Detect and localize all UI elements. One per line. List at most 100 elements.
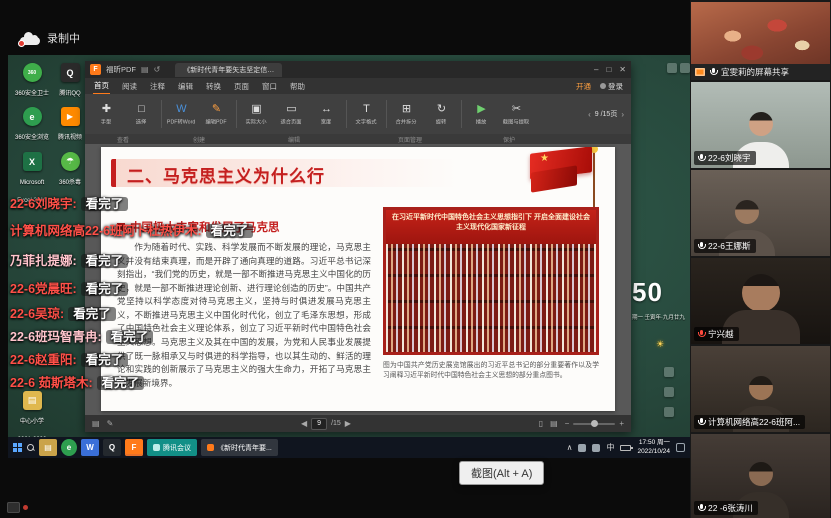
- slide-body-text: 作为随着时代、实践、科学发展而不断发展的理论，马克思主义并没有结束真理，而是开辟…: [117, 241, 371, 403]
- upgrade-button[interactable]: 开通: [576, 81, 591, 92]
- desktop-icon-360-antivirus[interactable]: ☂ 360杀毒: [52, 152, 88, 189]
- rotate-button[interactable]: ↻旋转: [424, 96, 459, 132]
- wps-icon[interactable]: W: [81, 439, 99, 456]
- desktop-mini-icon[interactable]: [664, 407, 674, 417]
- participant-video[interactable]: 22-6王娜斯: [691, 170, 830, 256]
- mic-icon: [697, 418, 705, 427]
- taskbar-search-icon[interactable]: [26, 443, 35, 452]
- share-label: 宜雯莉的屏幕共享: [721, 66, 789, 78]
- 360-antivirus-icon: ☂: [61, 152, 80, 171]
- chat-message: 计算机网络高22-6班阿卜杜热伊木:看完了: [10, 220, 253, 239]
- participant-video[interactable]: 22 -6张涛川: [691, 434, 830, 518]
- sidebar-panel-icon[interactable]: ▤: [92, 419, 100, 428]
- word-icon: W: [176, 103, 186, 116]
- desktop-mini-icon[interactable]: [664, 367, 674, 377]
- participant-name: 计算机网络高22-6班阿...: [708, 416, 800, 428]
- zoom-in-icon[interactable]: +: [619, 419, 624, 428]
- participant-video[interactable]: 宁兴越: [691, 258, 830, 344]
- merge-split-button[interactable]: ⊞合并拆分: [389, 96, 424, 132]
- page-prev-icon[interactable]: ◀: [301, 419, 307, 428]
- system-tray: ∧ 中 17:50 周一 2022/10/24: [567, 439, 685, 455]
- desktop-mini-icon[interactable]: [680, 63, 690, 73]
- close-button[interactable]: ✕: [619, 65, 626, 74]
- tab-comment[interactable]: 注释: [149, 79, 166, 94]
- pdf-document-area[interactable]: 二、马克思主义为什么行 ★ 中国极大丰富和发展了马克思 作为随着时代、实践、科学…: [85, 144, 631, 415]
- zoom-out-icon[interactable]: −: [565, 419, 570, 428]
- continuous-view-icon[interactable]: ▤: [550, 419, 558, 428]
- zoom-slider[interactable]: [573, 423, 615, 425]
- prev-page-icon[interactable]: ‹: [588, 110, 591, 119]
- notification-center-icon[interactable]: [676, 443, 685, 452]
- desktop-icon-qq[interactable]: Q 腾讯QQ: [52, 63, 88, 100]
- taskbar-clock[interactable]: 17:50 周一 2022/10/24: [637, 439, 670, 455]
- snapshot-button[interactable]: ✂截图与提取: [499, 96, 534, 132]
- recording-label: 录制中: [47, 30, 80, 46]
- login-button[interactable]: 登录: [600, 81, 623, 92]
- document-tab[interactable]: 《新时代青年要矢志坚定信…: [175, 63, 282, 77]
- tray-icon[interactable]: [578, 444, 586, 452]
- tab-help[interactable]: 帮助: [289, 79, 306, 94]
- ribbon-group-labels: 查看 创建 编辑 页面管理 保护: [85, 134, 631, 144]
- chat-text: 看完了: [81, 282, 129, 296]
- next-page-icon[interactable]: ›: [621, 110, 624, 119]
- participant-video[interactable]: 22-6刘晓宇: [691, 82, 830, 168]
- participant-name: 22 -6张涛川: [708, 502, 753, 514]
- 360-browser-icon: e: [23, 107, 42, 126]
- play-button[interactable]: ▶播放: [464, 96, 499, 132]
- input-method-indicator[interactable]: 中: [606, 442, 614, 453]
- chat-sender: 22-6吴琼:: [10, 307, 64, 321]
- recording-cloud-icon: [20, 32, 40, 45]
- pdf-to-word-button[interactable]: WPDF转Word: [164, 96, 199, 132]
- desktop-mini-icon[interactable]: [667, 63, 677, 73]
- page-number-field[interactable]: 9: [311, 418, 327, 430]
- taskbar-window-meeting[interactable]: 腾讯会议: [147, 439, 197, 456]
- 360-browser-taskbar-icon[interactable]: e: [61, 439, 77, 456]
- hand-tool-button[interactable]: ✚手型: [89, 96, 124, 132]
- minimize-button[interactable]: –: [594, 65, 598, 74]
- select-tool-button[interactable]: □选择: [124, 96, 159, 132]
- save-icon[interactable]: ▤: [141, 65, 149, 74]
- slide-image: 在习近平新时代中国特色社会主义思想指引下 开启全面建设社会主义现代化国家新征程: [383, 207, 599, 355]
- foxit-taskbar-icon[interactable]: F: [125, 439, 143, 456]
- start-button[interactable]: [13, 443, 22, 452]
- pdf-brand: 福昕PDF: [106, 64, 136, 75]
- tray-expand-icon[interactable]: ∧: [567, 443, 573, 452]
- desktop-lunar-date: 期一 壬寅年·九月廿九: [632, 313, 690, 321]
- tab-read[interactable]: 阅读: [121, 79, 138, 94]
- recording-indicator: 录制中: [20, 30, 80, 46]
- fit-width-button[interactable]: ↔宽度: [309, 96, 344, 132]
- desktop-icon-tencent-video[interactable]: ▶ 腾讯视频: [52, 107, 88, 144]
- chat-text: 看完了: [106, 330, 154, 344]
- chat-sender: 22-6赵重阳:: [10, 353, 77, 367]
- undo-icon[interactable]: ↺: [154, 65, 161, 74]
- tab-convert[interactable]: 转换: [205, 79, 222, 94]
- annotate-icon[interactable]: ✎: [107, 419, 114, 428]
- desktop-icon-360-safety[interactable]: 360 360安全卫士: [14, 63, 50, 100]
- meeting-icon: [153, 444, 160, 451]
- participant-video[interactable]: 计算机网络高22-6班阿...: [691, 346, 830, 432]
- text-format-button[interactable]: T文字格式: [349, 96, 384, 132]
- single-page-view-icon[interactable]: ▯: [539, 419, 543, 428]
- maximize-button[interactable]: □: [606, 65, 611, 74]
- taskbar-window-document[interactable]: 《新时代青年要...: [201, 439, 278, 456]
- actual-size-button[interactable]: ▣实际大小: [239, 96, 274, 132]
- pdf-reader-window: F 福昕PDF ▤ ↺ 《新时代青年要矢志坚定信… – □ ✕ 首页 阅读 注释…: [85, 61, 631, 432]
- tab-edit[interactable]: 编辑: [177, 79, 194, 94]
- explorer-icon[interactable]: ▤: [39, 439, 57, 456]
- qq-taskbar-icon[interactable]: Q: [103, 439, 121, 456]
- windows-taskbar: ▤ e W Q F 腾讯会议 《新时代青年要... ∧ 中 17:50 周一: [8, 437, 690, 458]
- tab-home[interactable]: 首页: [93, 78, 110, 95]
- corner-widget[interactable]: [7, 502, 28, 513]
- tray-icon[interactable]: [592, 444, 600, 452]
- chat-text: 看完了: [81, 197, 129, 211]
- fit-page-button[interactable]: ▭适合页面: [274, 96, 309, 132]
- page-next-icon[interactable]: ▶: [345, 419, 351, 428]
- tab-window[interactable]: 窗口: [261, 79, 278, 94]
- participant-name: 宁兴越: [708, 328, 734, 340]
- tab-page[interactable]: 页面: [233, 79, 250, 94]
- chat-text: 看完了: [68, 307, 116, 321]
- edit-pdf-button[interactable]: ✎编辑PDF: [199, 96, 234, 132]
- participant-video-sharer[interactable]: [691, 2, 830, 64]
- desktop-mini-icon[interactable]: [664, 387, 674, 397]
- chat-message: 22-6刘晓宇:看完了: [10, 193, 128, 212]
